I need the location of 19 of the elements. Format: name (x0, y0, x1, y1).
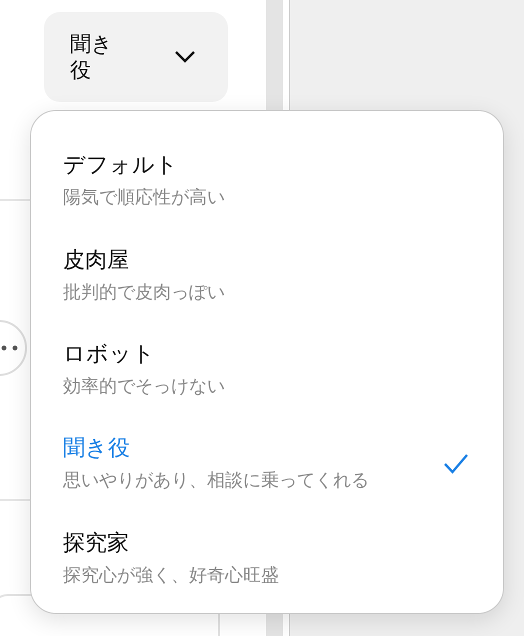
option-description: 批判的で皮肉っぽい (63, 280, 225, 305)
option-description: 効率的でそっけない (63, 375, 225, 400)
option-description: 探究心が強く、好奇心旺盛 (63, 564, 279, 588)
option-title: 皮肉屋 (63, 246, 130, 275)
persona-option[interactable]: ロボット 効率的でそっけない (31, 330, 503, 424)
option-title: ロボット (63, 341, 156, 370)
option-title: 探究家 (63, 530, 130, 558)
option-description: 陽気で順応性が高い (63, 186, 225, 210)
option-title: 聞き役 (63, 435, 131, 464)
persona-dropdown[interactable]: 聞き役 (44, 12, 228, 102)
option-description: 思いやりがあり、相談に乗ってくれる (63, 469, 369, 494)
persona-option[interactable]: デフォルト 陽気で順応性が高い (31, 141, 503, 236)
option-title: デフォルト (63, 152, 179, 180)
persona-option[interactable]: 皮肉屋 批判的で皮肉っぽい (31, 235, 503, 330)
more-icon (1, 344, 19, 351)
persona-option[interactable]: 探究家 探究心が強く、好奇心旺盛 (31, 518, 503, 614)
chevron-down-icon (174, 50, 196, 64)
persona-option[interactable]: 聞き役 思いやりがあり、相談に乗ってくれる (31, 424, 503, 519)
checkmark-icon (443, 453, 469, 476)
